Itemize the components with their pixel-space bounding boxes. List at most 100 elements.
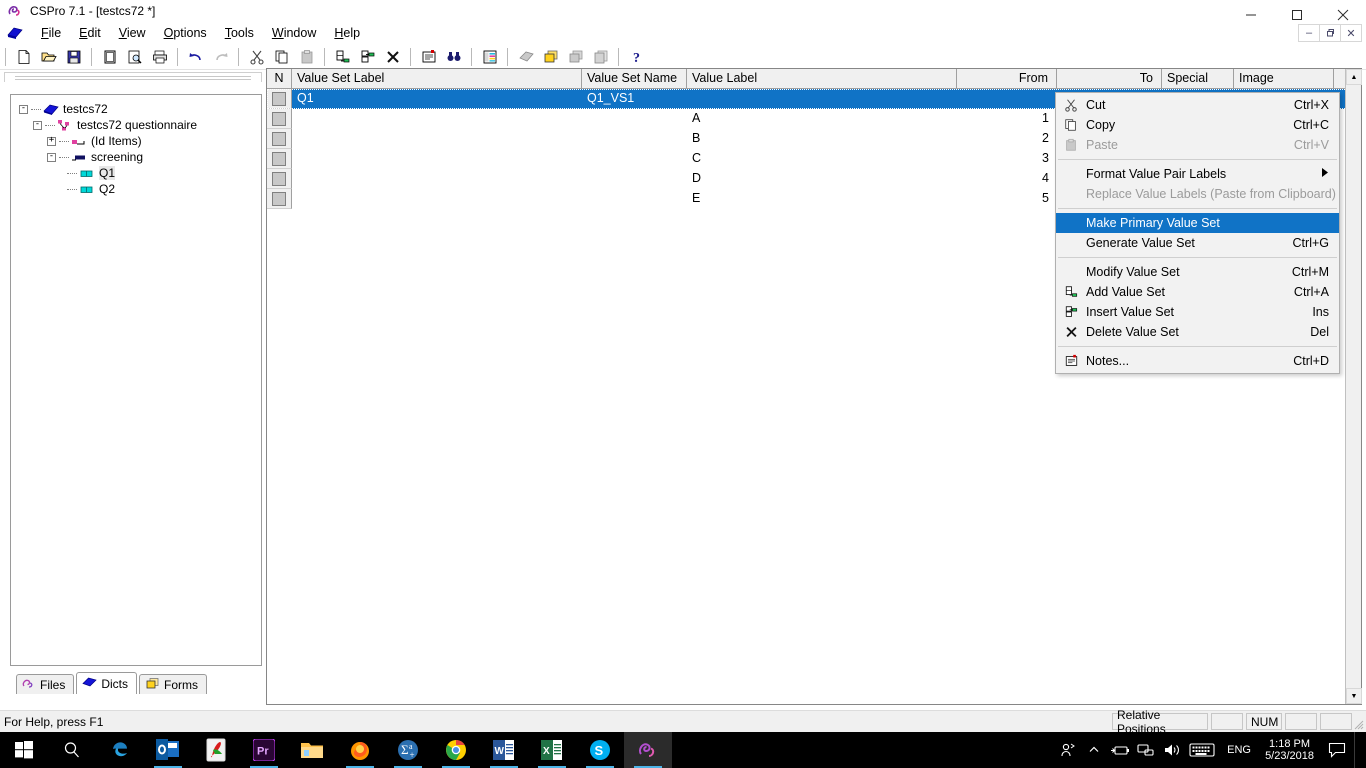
tab-dicts[interactable]: Dicts [76, 672, 138, 694]
cell-value-set-name[interactable] [582, 189, 687, 209]
copy-icon[interactable] [270, 46, 293, 68]
undo-icon[interactable] [184, 46, 207, 68]
cell-value-label[interactable]: A [687, 109, 957, 129]
tile-icon[interactable] [564, 46, 587, 68]
pane-drag-grip[interactable] [4, 72, 262, 82]
tree-node-id-items[interactable]: + (Id Items) [15, 133, 257, 149]
cell-value-set-name[interactable]: Q1_VS1 [582, 89, 687, 109]
cell-value-set-label[interactable]: Q1 [292, 89, 582, 109]
column-header-value-set-label[interactable]: Value Set Label [292, 69, 582, 88]
row-selector[interactable] [267, 149, 292, 169]
menu-item-cut[interactable]: Cut Ctrl+X [1056, 95, 1339, 115]
save-icon[interactable] [62, 46, 85, 68]
row-selector[interactable] [267, 189, 292, 209]
menu-item-notes[interactable]: Notes... Ctrl+D [1056, 351, 1339, 371]
menu-edit[interactable]: Edit [70, 23, 110, 43]
new-icon[interactable] [12, 46, 35, 68]
grid-vertical-scrollbar[interactable]: ▲ ▼ [1345, 69, 1362, 704]
cut-icon[interactable] [245, 46, 268, 68]
pdf-icon[interactable] [192, 732, 240, 768]
cell-value-label[interactable]: B [687, 129, 957, 149]
clock[interactable]: 1:18 PM 5/23/2018 [1259, 738, 1320, 762]
premiere-icon[interactable]: Pr [240, 732, 288, 768]
cell-value-set-name[interactable] [582, 169, 687, 189]
start-icon[interactable] [0, 732, 48, 768]
cell-value-set-label[interactable] [292, 129, 582, 149]
column-header-special[interactable]: Special [1162, 69, 1234, 88]
action-center-icon[interactable] [1320, 742, 1354, 758]
tab-files[interactable]: Files [16, 674, 75, 694]
menu-item-make-primary-value-set[interactable]: Make Primary Value Set [1056, 213, 1339, 233]
mdi-close-button[interactable]: ✕ [1340, 24, 1362, 42]
cascade-icon[interactable] [589, 46, 612, 68]
grid-context-menu[interactable]: Cut Ctrl+X Copy Ctrl+C Paste Ctrl+V Form… [1055, 92, 1340, 374]
show-hidden-icons[interactable] [1081, 743, 1107, 757]
paste-icon[interactable] [295, 46, 318, 68]
expander-icon[interactable]: - [33, 119, 42, 130]
scroll-up-button[interactable]: ▲ [1346, 69, 1362, 85]
language-indicator[interactable]: ENG [1219, 744, 1259, 756]
menu-view[interactable]: View [110, 23, 155, 43]
column-header-to[interactable]: To [1057, 69, 1162, 88]
menu-item-modify-value-set[interactable]: Modify Value Set Ctrl+M [1056, 262, 1339, 282]
cell-from[interactable]: 2 [957, 129, 1057, 149]
skype-icon[interactable]: S [576, 732, 624, 768]
cell-value-label[interactable]: C [687, 149, 957, 169]
show-desktop-button[interactable] [1354, 732, 1366, 768]
cell-value-set-label[interactable] [292, 169, 582, 189]
dictionary-icon[interactable] [514, 46, 537, 68]
edge-icon[interactable] [96, 732, 144, 768]
firefox-icon[interactable] [336, 732, 384, 768]
value-set-grid-icon[interactable] [478, 46, 501, 68]
expander-icon[interactable]: - [47, 151, 56, 162]
tab-forms[interactable]: Forms [139, 674, 208, 694]
battery-icon[interactable] [1107, 743, 1133, 757]
cell-value-label[interactable] [687, 89, 957, 109]
people-icon[interactable] [1055, 741, 1081, 759]
menu-item-insert-value-set[interactable]: Insert Value Set Ins [1056, 302, 1339, 322]
cspro-icon[interactable] [624, 732, 672, 768]
menu-item-format-value-pair-labels[interactable]: Format Value Pair Labels [1056, 164, 1339, 184]
cell-from[interactable]: 5 [957, 189, 1057, 209]
chrome-icon[interactable] [432, 732, 480, 768]
cell-value-set-label[interactable] [292, 109, 582, 129]
column-header-image[interactable]: Image [1234, 69, 1334, 88]
dictionary-tree[interactable]: - testcs72 - testcs72 questionnaire + (I… [10, 94, 262, 666]
cell-value-set-name[interactable] [582, 129, 687, 149]
add-value-set-icon[interactable] [331, 46, 354, 68]
network-icon[interactable] [1133, 743, 1159, 757]
column-header-n[interactable]: N [267, 69, 292, 88]
tree-node-questionnaire[interactable]: - testcs72 questionnaire [15, 117, 257, 133]
word-icon[interactable]: W [480, 732, 528, 768]
menu-tools[interactable]: Tools [216, 23, 263, 43]
tree-node-q1[interactable]: Q1 [15, 165, 257, 181]
file-explorer-icon[interactable] [288, 732, 336, 768]
row-selector[interactable] [267, 89, 292, 109]
menu-item-copy[interactable]: Copy Ctrl+C [1056, 115, 1339, 135]
menu-options[interactable]: Options [155, 23, 216, 43]
row-selector[interactable] [267, 129, 292, 149]
mdi-minimize-button[interactable]: – [1298, 24, 1320, 42]
row-selector[interactable] [267, 109, 292, 129]
volume-icon[interactable] [1159, 742, 1185, 758]
page-layout-icon[interactable] [98, 46, 121, 68]
menu-window[interactable]: Window [263, 23, 325, 43]
tree-node-testcs72[interactable]: - testcs72 [15, 101, 257, 117]
help-icon[interactable]: ? [625, 46, 648, 68]
resize-grip-icon[interactable] [1352, 718, 1364, 730]
cell-from[interactable]: 3 [957, 149, 1057, 169]
menu-file[interactable]: FFileile [32, 23, 70, 43]
cell-from[interactable]: 1 [957, 109, 1057, 129]
redo-icon[interactable] [209, 46, 232, 68]
cell-value-label[interactable]: D [687, 169, 957, 189]
cell-value-set-name[interactable] [582, 109, 687, 129]
outlook-icon[interactable] [144, 732, 192, 768]
menu-item-delete-value-set[interactable]: Delete Value Set Del [1056, 322, 1339, 342]
forms-icon[interactable] [539, 46, 562, 68]
mdi-restore-button[interactable] [1319, 24, 1341, 42]
column-header-value-set-name[interactable]: Value Set Name [582, 69, 687, 88]
row-selector[interactable] [267, 169, 292, 189]
tree-node-screening[interactable]: - screening [15, 149, 257, 165]
open-icon[interactable] [37, 46, 60, 68]
menu-item-add-value-set[interactable]: Add Value Set Ctrl+A [1056, 282, 1339, 302]
